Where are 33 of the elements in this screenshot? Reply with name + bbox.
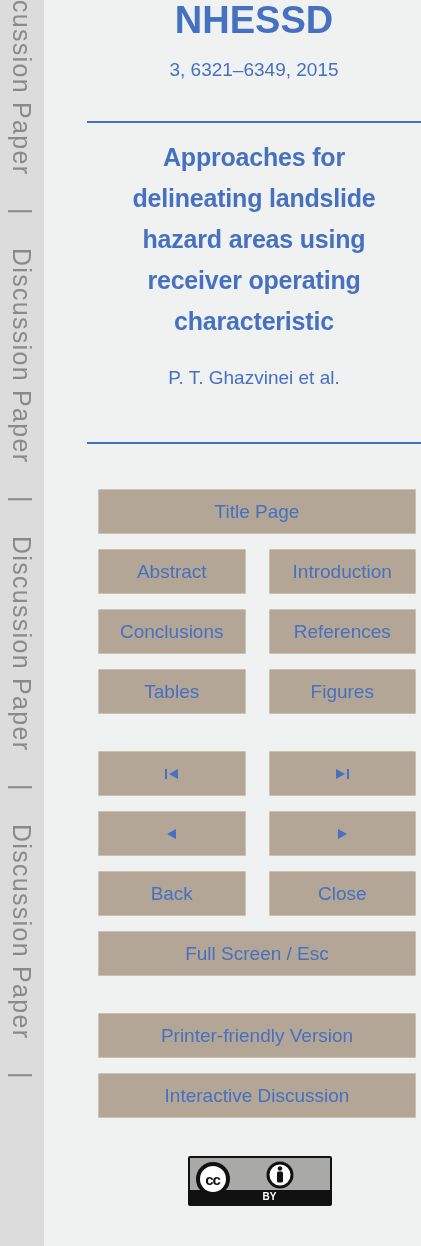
margin-separator: | (7, 208, 37, 215)
margin-separator: | (7, 496, 37, 503)
paper-title: Approaches for delineating landslide hazard areas using receiver operating characteristic (131, 142, 377, 337)
first-page-icon (163, 767, 180, 780)
nav-button[interactable]: Back (98, 871, 246, 916)
nav-button[interactable]: Abstract (98, 549, 246, 594)
margin-separator: | (7, 784, 37, 791)
nav-button[interactable] (98, 751, 246, 796)
nav-button[interactable]: Close (268, 871, 416, 916)
person-icon (265, 1161, 294, 1189)
authors: P. T. Ghazvinei et al. (167, 366, 341, 390)
margin-label: Discussion Paper (7, 247, 37, 464)
last-page-icon (334, 767, 351, 780)
nav-button[interactable]: References (268, 609, 416, 654)
nav-button[interactable]: Full Screen / Esc (98, 931, 416, 976)
nav-button[interactable]: Conclusions (98, 609, 246, 654)
nav-button[interactable] (268, 751, 416, 796)
nav-button[interactable]: Title Page (98, 489, 416, 534)
nav-button[interactable]: Figures (268, 669, 416, 714)
margin-label: Discussion Paper (7, 535, 37, 751)
nav-button[interactable] (98, 811, 246, 856)
nav-button[interactable] (268, 811, 416, 856)
margin-label: Discussion Paper (7, 823, 37, 1039)
license-badge[interactable]: BY cc (187, 1156, 332, 1206)
license-label: BY (262, 1191, 277, 1203)
nav-button[interactable]: Interactive Discussion (98, 1073, 416, 1118)
margin-separator: | (7, 1071, 37, 1079)
citation: 3, 6321–6349, 2015 (168, 58, 340, 82)
journal-name: NHESSD (173, 0, 335, 40)
nav-button[interactable]: Printer-friendly Version (98, 1013, 416, 1058)
margin-label: cussion Paper (7, 0, 37, 176)
nav-button[interactable]: Introduction (268, 549, 416, 594)
nav-button[interactable]: Tables (98, 669, 246, 714)
